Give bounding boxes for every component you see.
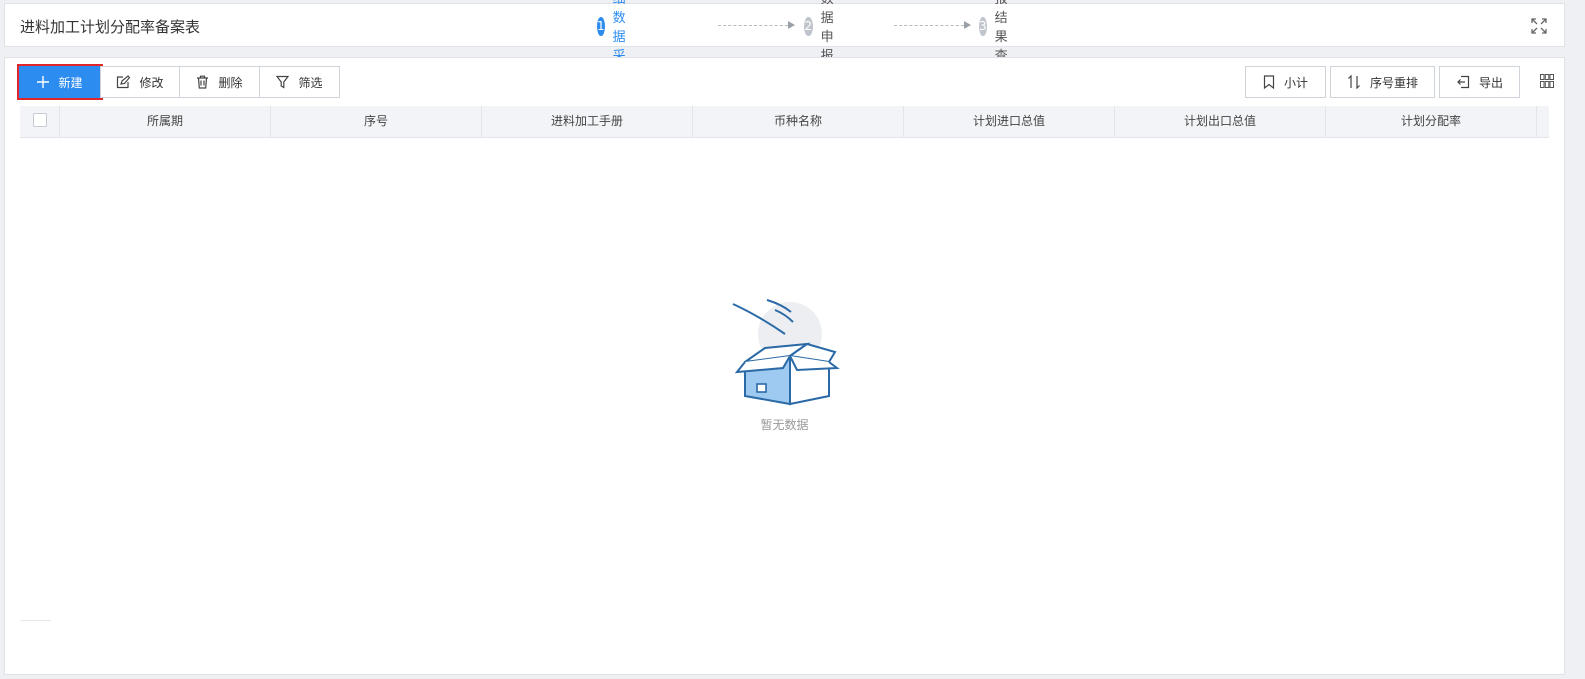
reorder-button[interactable]: 序号重排 [1330,66,1435,98]
filter-button[interactable]: 筛选 [259,66,340,98]
pagination-placeholder [20,620,51,621]
column-header-export-total[interactable]: 计划出口总值 [1115,106,1326,137]
delete-button-label: 删除 [218,75,243,90]
empty-state: 暂无数据 [727,298,842,432]
trash-icon [197,75,209,89]
empty-box-icon [732,299,840,406]
expand-icon[interactable] [1530,17,1548,35]
step-number: 2 [804,16,813,36]
step-label: 数据申报 [820,0,834,64]
step-number: 1 [597,16,605,36]
filter-button-label: 筛选 [298,75,323,90]
step-number: 3 [979,16,987,36]
toolbar-left: 新建 修改 删除 筛选 [17,64,340,100]
main-panel: 新建 修改 删除 筛选 小计 序号重排 导出 所属期 序号 进料加工手册 币种名… [4,57,1565,675]
column-header-import-total[interactable]: 计划进口总值 [904,106,1115,137]
reorder-button-label: 序号重排 [1369,75,1418,90]
step-data-declaration[interactable]: 2 数据申报 [804,0,844,64]
edit-button-label: 修改 [139,75,164,90]
delete-button[interactable]: 删除 [179,66,260,98]
step-arrow-icon [718,21,795,29]
edit-icon [117,75,131,89]
subtotal-button[interactable]: 小计 [1245,66,1326,98]
column-header-serial[interactable]: 序号 [271,106,482,137]
sort-icon [1348,75,1360,89]
toolbar-right: 小计 序号重排 导出 [1245,66,1520,98]
empty-state-text: 暂无数据 [760,418,809,432]
column-settings-icon[interactable] [1540,74,1554,88]
page-header: 进料加工计划分配率备案表 1 明细数据采集 2 数据申报 3 申报结果查询 [4,0,1565,83]
step-result-query[interactable]: 3 申报结果查询 [979,0,1019,83]
bookmark-icon [1263,75,1275,89]
filter-icon [276,75,290,89]
column-header-currency[interactable]: 币种名称 [693,106,904,137]
step-detail-collection[interactable]: 1 明细数据采集 [597,0,637,83]
edit-button[interactable]: 修改 [100,66,180,98]
table-header: 所属期 序号 进料加工手册 币种名称 计划进口总值 计划出口总值 计划分配率 [20,106,1549,138]
select-all-cell [20,106,60,137]
page-title: 进料加工计划分配率备案表 [20,18,201,36]
new-button[interactable]: 新建 [17,64,103,100]
step-arrow-icon [894,21,971,29]
plus-icon [37,76,50,88]
export-button[interactable]: 导出 [1439,66,1520,98]
column-header-period[interactable]: 所属期 [60,106,271,137]
select-all-checkbox[interactable] [33,113,47,127]
export-button-label: 导出 [1478,75,1503,90]
new-button-label: 新建 [58,75,83,90]
column-header-manual[interactable]: 进料加工手册 [482,106,693,137]
column-header-allocation-rate[interactable]: 计划分配率 [1326,106,1537,137]
subtotal-button-label: 小计 [1283,75,1308,90]
export-icon [1457,75,1470,89]
